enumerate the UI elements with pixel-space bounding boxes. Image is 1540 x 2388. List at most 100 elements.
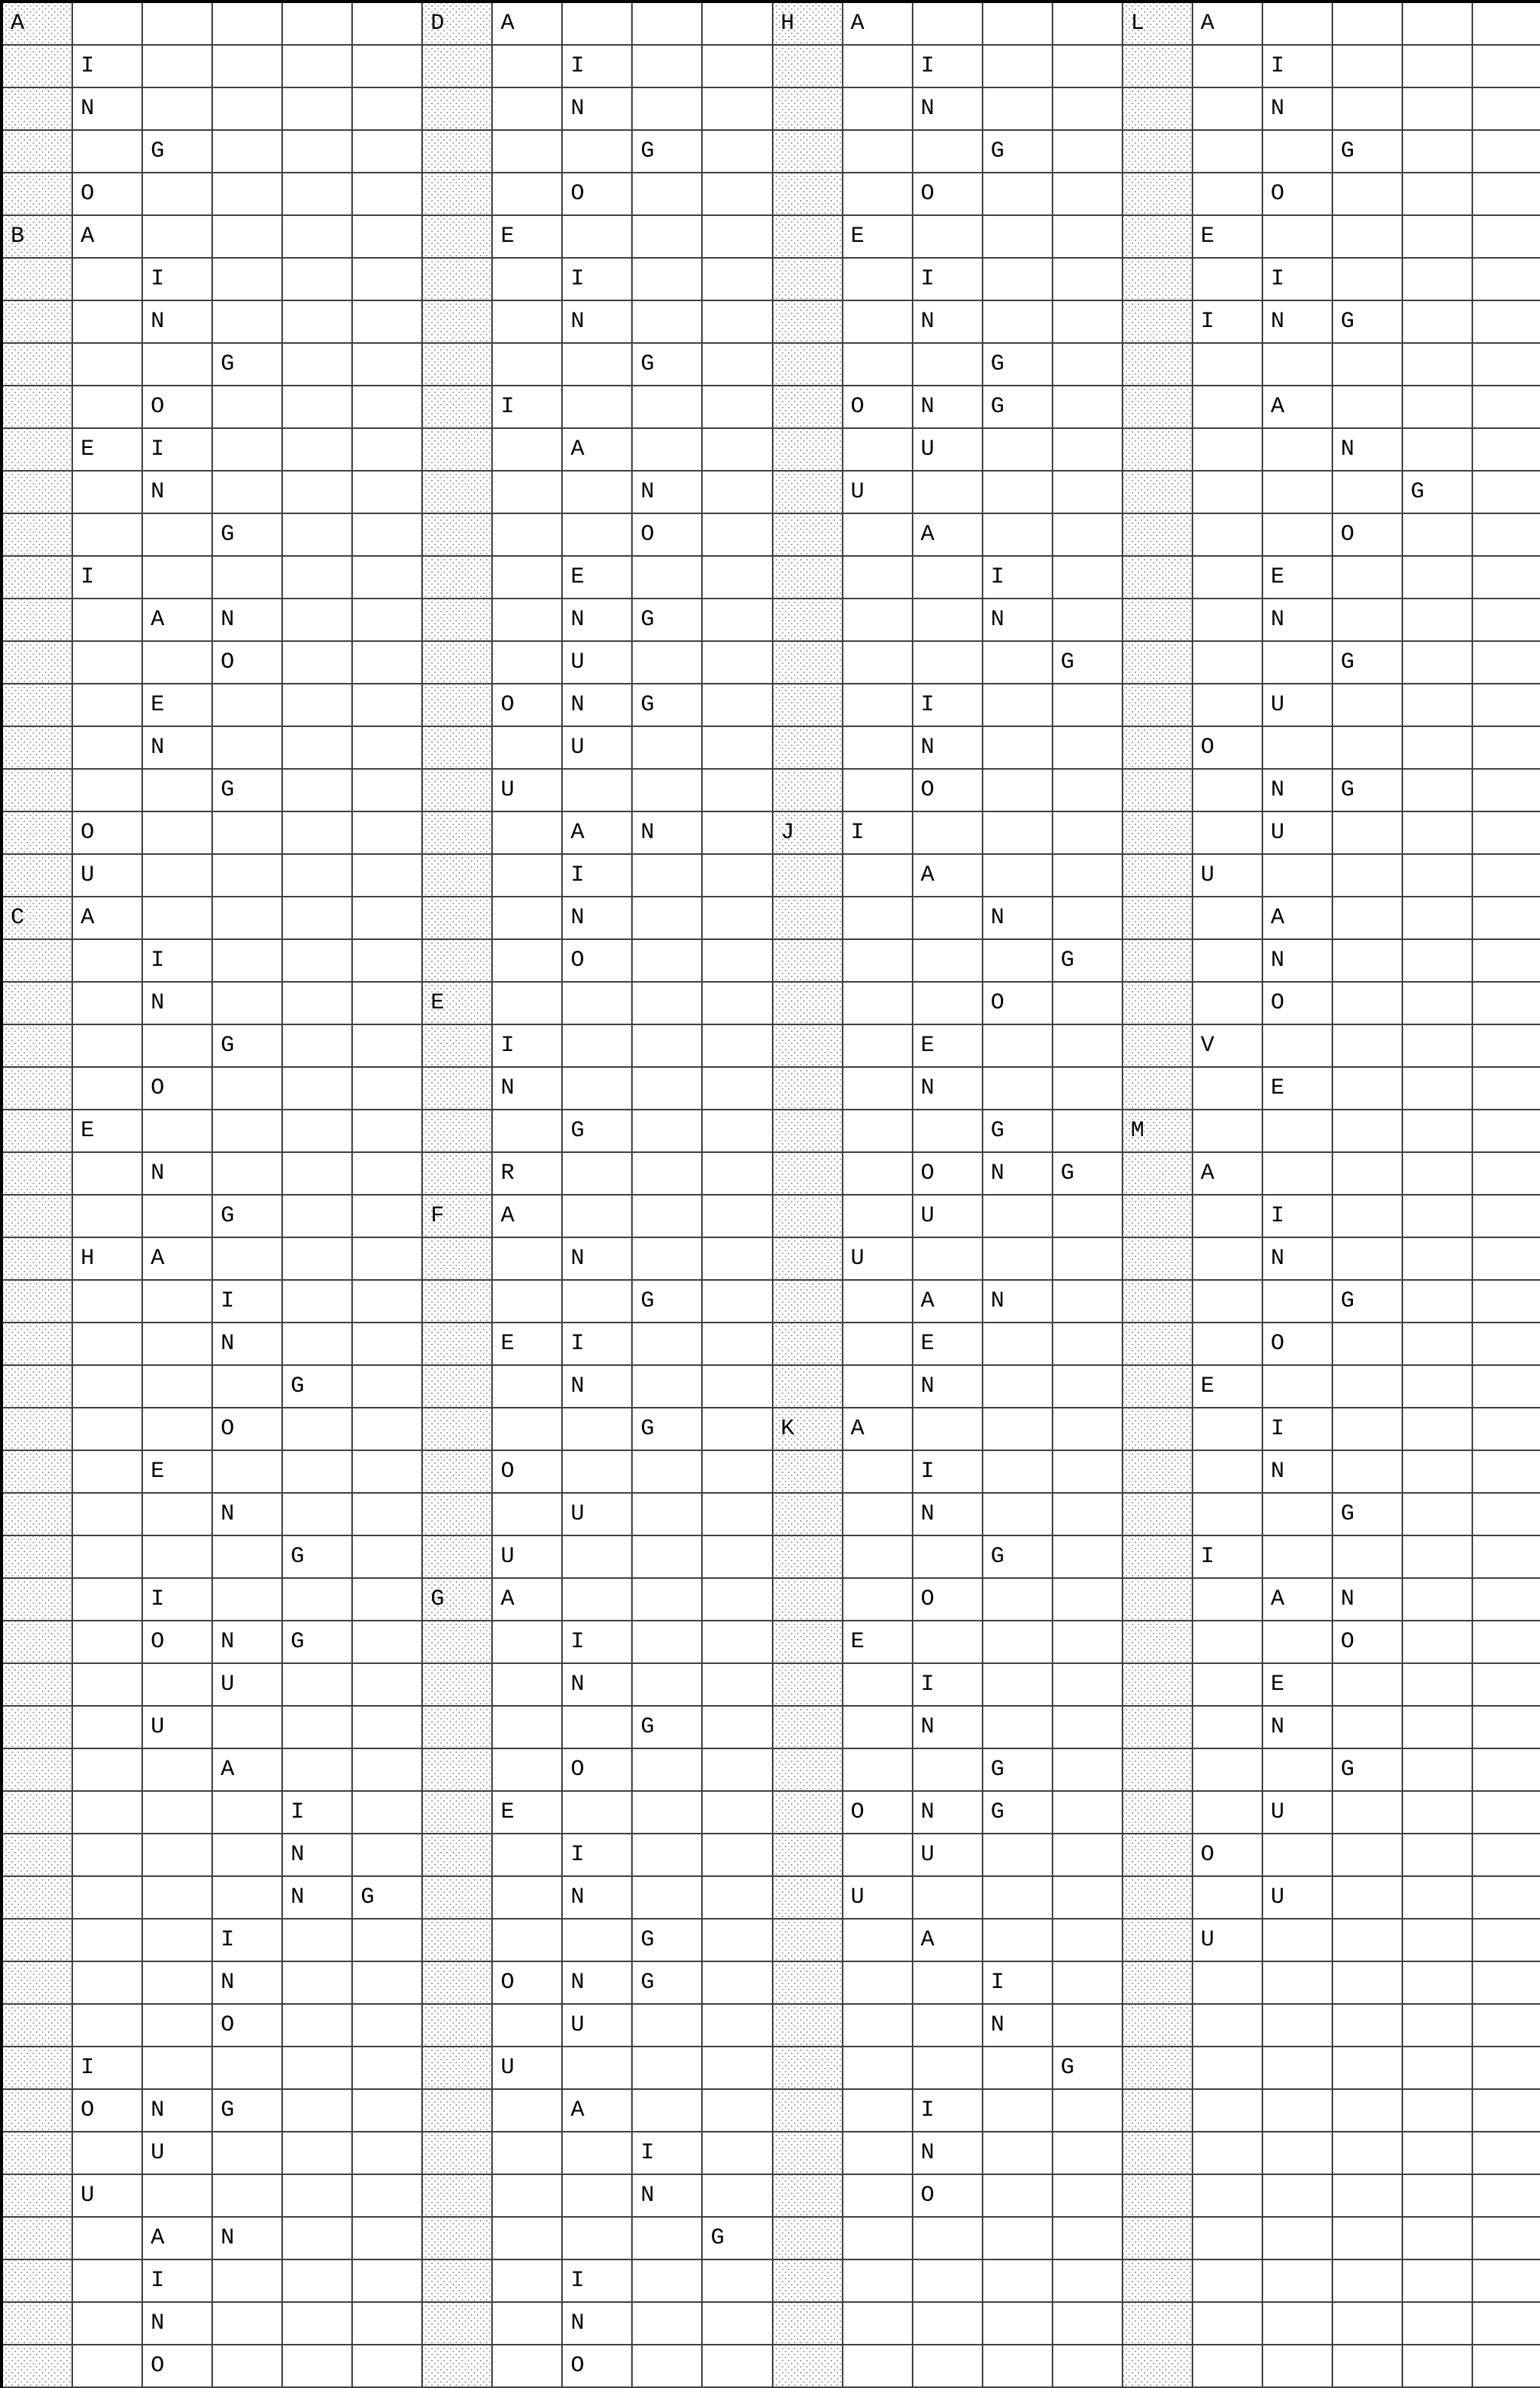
- grid-cell: N: [633, 2175, 703, 2218]
- grid-cell: N: [983, 1281, 1053, 1323]
- grid-cell: [1333, 2345, 1403, 2388]
- grid-cell: [1123, 88, 1193, 131]
- grid-cell: [143, 855, 213, 897]
- grid-cell: [73, 2218, 143, 2260]
- grid-cell: [1193, 897, 1263, 940]
- grid-cell: [353, 1153, 423, 1196]
- grid-cell: [353, 131, 423, 173]
- grid-cell: N: [213, 1323, 283, 1366]
- grid-cell: G: [983, 1749, 1053, 1792]
- grid-cell: [1473, 727, 1540, 770]
- grid-cell: [1053, 727, 1123, 770]
- grid-cell: [283, 1025, 353, 1068]
- grid-cell: [493, 1281, 563, 1323]
- grid-cell: [1123, 940, 1193, 983]
- grid-cell: [1403, 2175, 1473, 2218]
- grid-cell: [1123, 1238, 1193, 1281]
- grid-cell: [773, 2260, 843, 2303]
- grid-cell: I: [563, 1834, 633, 1877]
- grid-cell: [3, 514, 73, 557]
- grid-cell: [213, 1366, 283, 1408]
- grid-cell: [3, 1749, 73, 1792]
- grid-cell: [283, 301, 353, 344]
- grid-cell: [1333, 1323, 1403, 1366]
- grid-cell: A: [143, 1238, 213, 1281]
- grid-cell: [423, 216, 493, 259]
- grid-cell: [1473, 2260, 1540, 2303]
- grid-cell: [983, 1408, 1053, 1451]
- grid-cell: N: [563, 301, 633, 344]
- grid-cell: [283, 472, 353, 514]
- grid-cell: [1053, 1664, 1123, 1707]
- grid-cell: [283, 2005, 353, 2047]
- grid-cell: G: [983, 1536, 1053, 1579]
- grid-cell: [703, 344, 773, 386]
- grid-cell: [1333, 599, 1403, 642]
- grid-cell: I: [563, 46, 633, 88]
- grid-cell: [1193, 2047, 1263, 2090]
- grid-cell: U: [1263, 684, 1333, 727]
- grid-cell: [1403, 46, 1473, 88]
- grid-cell: [283, 812, 353, 855]
- grid-cell: [353, 1323, 423, 1366]
- grid-cell: [1123, 1707, 1193, 1749]
- grid-cell: N: [563, 1664, 633, 1707]
- grid-cell: [1263, 1025, 1333, 1068]
- grid-cell: [703, 770, 773, 812]
- grid-cell: U: [1263, 812, 1333, 855]
- grid-cell: [1053, 429, 1123, 472]
- grid-cell: [3, 173, 73, 216]
- grid-cell: [1333, 727, 1403, 770]
- grid-cell: [773, 1664, 843, 1707]
- grid-cell: [423, 1451, 493, 1494]
- grid-cell: [1053, 514, 1123, 557]
- grid-cell: [143, 1281, 213, 1323]
- grid-cell: O: [633, 514, 703, 557]
- grid-cell: [3, 1281, 73, 1323]
- grid-cell: [3, 642, 73, 684]
- grid-cell: [73, 1792, 143, 1834]
- grid-cell: [1473, 1025, 1540, 1068]
- grid-cell: [773, 1281, 843, 1323]
- grid-cell: [633, 386, 703, 429]
- grid-cell: G: [983, 386, 1053, 429]
- grid-cell: [633, 1494, 703, 1536]
- grid-cell: [633, 1153, 703, 1196]
- grid-cell: N: [983, 599, 1053, 642]
- grid-cell: A: [913, 855, 983, 897]
- grid-cell: U: [1263, 1877, 1333, 1920]
- grid-cell: [773, 1749, 843, 1792]
- grid-cell: [843, 429, 913, 472]
- grid-cell: [283, 173, 353, 216]
- grid-cell: N: [493, 1068, 563, 1110]
- grid-cell: [703, 2175, 773, 2218]
- grid-cell: N: [143, 1153, 213, 1196]
- grid-cell: [143, 216, 213, 259]
- grid-cell: G: [213, 1196, 283, 1238]
- grid-cell: A: [843, 3, 913, 46]
- grid-cell: [3, 2303, 73, 2345]
- grid-cell: [423, 46, 493, 88]
- grid-cell: [423, 1281, 493, 1323]
- grid-cell: [1403, 1707, 1473, 1749]
- grid-cell: [1053, 1494, 1123, 1536]
- grid-cell: [213, 173, 283, 216]
- grid-cell: G: [423, 1579, 493, 1621]
- grid-cell: [633, 1451, 703, 1494]
- grid-cell: [1473, 1451, 1540, 1494]
- grid-cell: [1333, 1664, 1403, 1707]
- grid-cell: [73, 1366, 143, 1408]
- grid-cell: [353, 259, 423, 301]
- grid-cell: [3, 2005, 73, 2047]
- grid-cell: [1053, 1110, 1123, 1153]
- grid-cell: [1053, 812, 1123, 855]
- grid-cell: [213, 88, 283, 131]
- grid-cell: [1193, 1451, 1263, 1494]
- grid-cell: [143, 1920, 213, 1962]
- grid-cell: [283, 1323, 353, 1366]
- grid-cell: U: [493, 770, 563, 812]
- grid-cell: H: [73, 1238, 143, 1281]
- grid-cell: [283, 599, 353, 642]
- grid-cell: [1123, 2005, 1193, 2047]
- grid-cell: [3, 2260, 73, 2303]
